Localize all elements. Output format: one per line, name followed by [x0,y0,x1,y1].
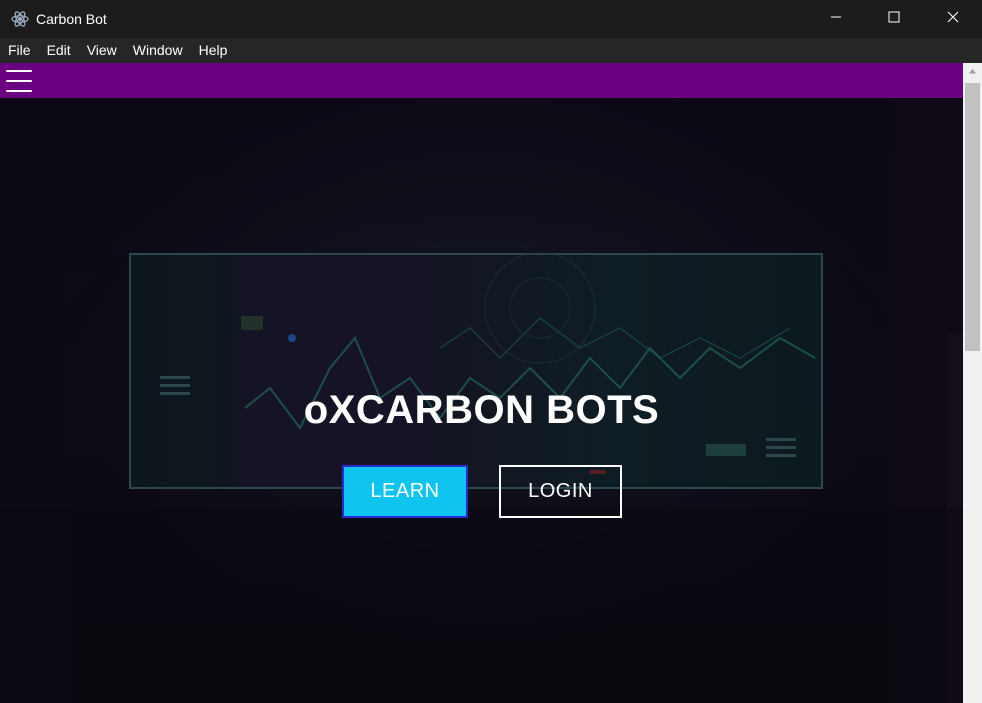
login-button[interactable]: LOGIN [499,465,622,518]
maximize-icon [888,10,900,28]
menu-help[interactable]: Help [191,38,236,63]
learn-button[interactable]: LEARN [342,465,468,518]
menu-view[interactable]: View [79,38,125,63]
minimize-button[interactable] [807,0,865,38]
vertical-scrollbar[interactable] [963,63,982,703]
close-icon [947,10,959,28]
window-titlebar: Carbon Bot [0,0,982,38]
hero-section: oXCARBON BOTS LEARN LOGIN [0,98,963,703]
close-button[interactable] [924,0,982,38]
menu-edit[interactable]: Edit [39,38,79,63]
app-navbar [0,63,963,98]
hero-title: oXCARBON BOTS [303,388,660,432]
scrollbar-thumb[interactable] [965,83,980,351]
window-title: Carbon Bot [36,11,107,27]
menu-window[interactable]: Window [125,38,191,63]
maximize-button[interactable] [865,0,923,38]
app-icon [10,9,30,29]
menu-file[interactable]: File [0,38,39,63]
minimize-icon [830,10,842,28]
menu-bar: File Edit View Window Help [0,38,982,63]
scroll-up-arrow-icon[interactable] [963,63,982,80]
hamburger-menu-icon[interactable] [6,70,32,92]
